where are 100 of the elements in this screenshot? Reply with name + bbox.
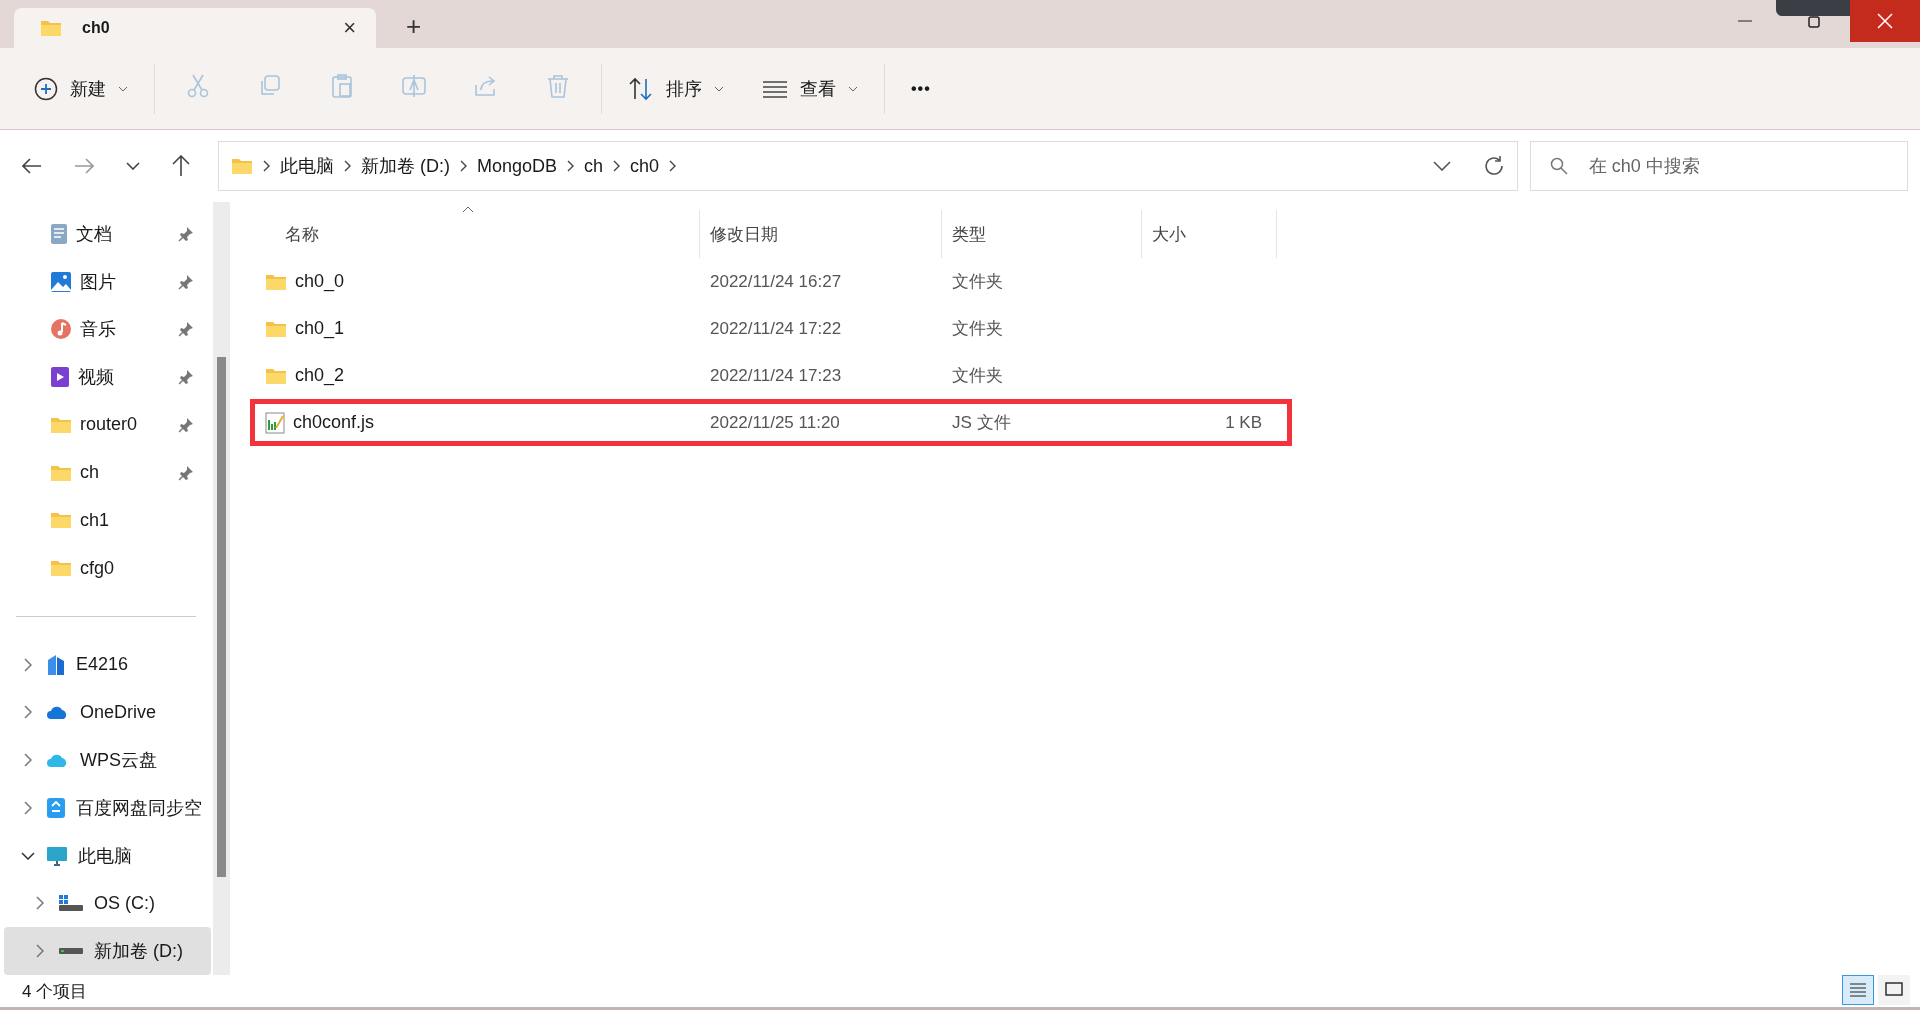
chevron-right-icon <box>567 160 575 172</box>
chevron-right-icon <box>460 160 467 172</box>
chevron-down-icon <box>118 85 128 92</box>
file-name: ch0_0 <box>295 271 345 292</box>
file-name: ch0conf.js <box>293 412 375 433</box>
file-type: 文件夹 <box>951 318 1004 340</box>
sidebar-item[interactable]: 文档 <box>0 210 200 258</box>
chevron-right-icon <box>344 160 351 172</box>
chevron-down-icon <box>848 85 858 92</box>
video-icon <box>50 366 70 389</box>
file-type: 文件夹 <box>951 271 1004 293</box>
column-header[interactable]: 修改日期 <box>700 210 942 258</box>
chevron-right-icon[interactable] <box>36 944 44 959</box>
sidebar-item[interactable]: ch1 <box>0 496 200 545</box>
breadcrumb-item[interactable]: 此电脑 <box>280 154 334 178</box>
modified-date: 2022/11/24 17:23 <box>709 365 843 386</box>
tree-item[interactable]: 此电脑 <box>4 831 211 880</box>
search-icon <box>1549 157 1568 175</box>
minimize-icon <box>1738 20 1752 22</box>
tiles-view-button[interactable] <box>1878 975 1910 1005</box>
sort-button[interactable]: 排序 <box>624 68 728 109</box>
sidebar-item[interactable]: 音乐 <box>0 305 200 354</box>
file-row[interactable]: ch0_2 2022/11/24 17:23 文件夹 <box>250 352 1292 399</box>
forward-icon[interactable] <box>74 158 94 174</box>
tile-icon <box>1885 982 1903 998</box>
column-header[interactable]: 大小 <box>1142 210 1277 258</box>
chevron-right-icon[interactable] <box>24 657 32 672</box>
sidebar-item[interactable]: ch <box>0 448 200 497</box>
tree-item[interactable]: OS (C:) <box>4 879 211 928</box>
chevron-right-icon[interactable] <box>24 800 32 815</box>
scrollbar-thumb[interactable] <box>217 357 226 877</box>
chevron-right-icon[interactable] <box>36 896 44 911</box>
folder-icon <box>50 511 72 530</box>
folder-icon <box>50 415 72 434</box>
tab[interactable]: ch0 × <box>14 8 376 48</box>
sidebar-item[interactable]: router0 <box>0 400 200 449</box>
file-type: 文件夹 <box>951 365 1004 387</box>
column-header[interactable]: 类型 <box>942 210 1142 258</box>
recent-chevron-icon[interactable] <box>126 162 140 170</box>
modified-date: 2022/11/24 16:27 <box>709 271 843 292</box>
file-row[interactable]: ch0_1 2022/11/24 17:22 文件夹 <box>250 305 1292 352</box>
breadcrumb-item[interactable]: MongoDB <box>477 155 558 177</box>
folder-icon <box>40 19 62 37</box>
chevron-right-icon <box>613 160 621 172</box>
tree-item[interactable]: 新加卷 (D:) <box>4 927 211 975</box>
sort-ascending-icon <box>462 206 474 213</box>
item-count: 4 个项目 <box>22 980 88 1003</box>
chevron-right-icon <box>263 160 270 172</box>
folder-icon <box>50 463 72 482</box>
file-row[interactable]: ch0_0 2022/11/24 16:27 文件夹 <box>250 258 1292 305</box>
folder-icon <box>265 366 287 385</box>
column-header[interactable]: 名称 <box>250 210 700 258</box>
drive-icon <box>58 947 84 956</box>
lines-icon <box>762 79 788 98</box>
up-icon[interactable] <box>172 155 190 177</box>
back-icon[interactable] <box>22 158 42 174</box>
list-icon <box>1849 982 1867 998</box>
script-file-icon <box>265 411 285 434</box>
view-button[interactable]: 查看 <box>758 68 862 109</box>
tree-item[interactable]: WPS云盘 <box>4 736 211 785</box>
breadcrumb-item[interactable]: ch <box>584 155 604 177</box>
restore-icon <box>1808 14 1822 28</box>
picture-icon <box>50 270 72 293</box>
new-button[interactable]: 新建 <box>30 68 132 109</box>
chevron-right-icon <box>669 160 677 172</box>
tree-item[interactable]: OneDrive <box>4 688 211 737</box>
sidebar-item[interactable]: cfg0 <box>0 544 200 592</box>
search-field[interactable]: 在 ch0 中搜索 <box>1529 141 1908 191</box>
new-tab-button[interactable]: + <box>406 11 422 42</box>
refresh-icon[interactable] <box>1482 155 1505 177</box>
folder-icon <box>265 272 287 291</box>
highlighted-file-row[interactable]: ch0conf.js 2022/11/25 11:20 JS 文件 1 KB <box>250 399 1292 446</box>
breadcrumb-item[interactable]: 新加卷 (D:) <box>361 154 450 178</box>
sidebar-item[interactable]: 视频 <box>0 353 200 401</box>
close-icon <box>1877 13 1893 29</box>
close-tab-button[interactable]: × <box>343 15 356 41</box>
drive-icon <box>58 894 84 913</box>
monitor-icon <box>46 845 68 866</box>
document-icon <box>50 222 68 245</box>
plus-circle-icon <box>34 76 58 101</box>
chevron-right-icon[interactable] <box>24 705 32 720</box>
address-bar[interactable]: 此电脑 新加卷 (D:) MongoDB ch ch0 <box>218 141 1518 191</box>
tree-item[interactable]: E4216 <box>4 640 211 689</box>
modified-date: 2022/11/25 11:20 <box>709 412 841 433</box>
building-icon <box>46 653 66 676</box>
details-view-button[interactable] <box>1842 975 1874 1005</box>
music-note-icon <box>50 318 72 341</box>
more-button[interactable]: ••• <box>907 71 935 106</box>
breadcrumb-item[interactable]: ch0 <box>630 155 660 177</box>
file-name: ch0_1 <box>295 318 345 339</box>
tree-item[interactable]: 百度网盘同步空 <box>4 784 211 832</box>
modified-date: 2022/11/24 17:22 <box>709 318 843 339</box>
history-chevron-icon[interactable] <box>1432 161 1451 171</box>
chevron-right-icon[interactable] <box>24 753 32 768</box>
chevron-down-icon[interactable] <box>21 851 35 860</box>
sidebar-item[interactable]: 图片 <box>0 257 200 306</box>
file-size: 1 KB <box>1224 412 1263 433</box>
file-name: ch0_2 <box>295 365 345 386</box>
sort-arrows-icon <box>628 76 654 101</box>
file-type: JS 文件 <box>951 412 1012 434</box>
